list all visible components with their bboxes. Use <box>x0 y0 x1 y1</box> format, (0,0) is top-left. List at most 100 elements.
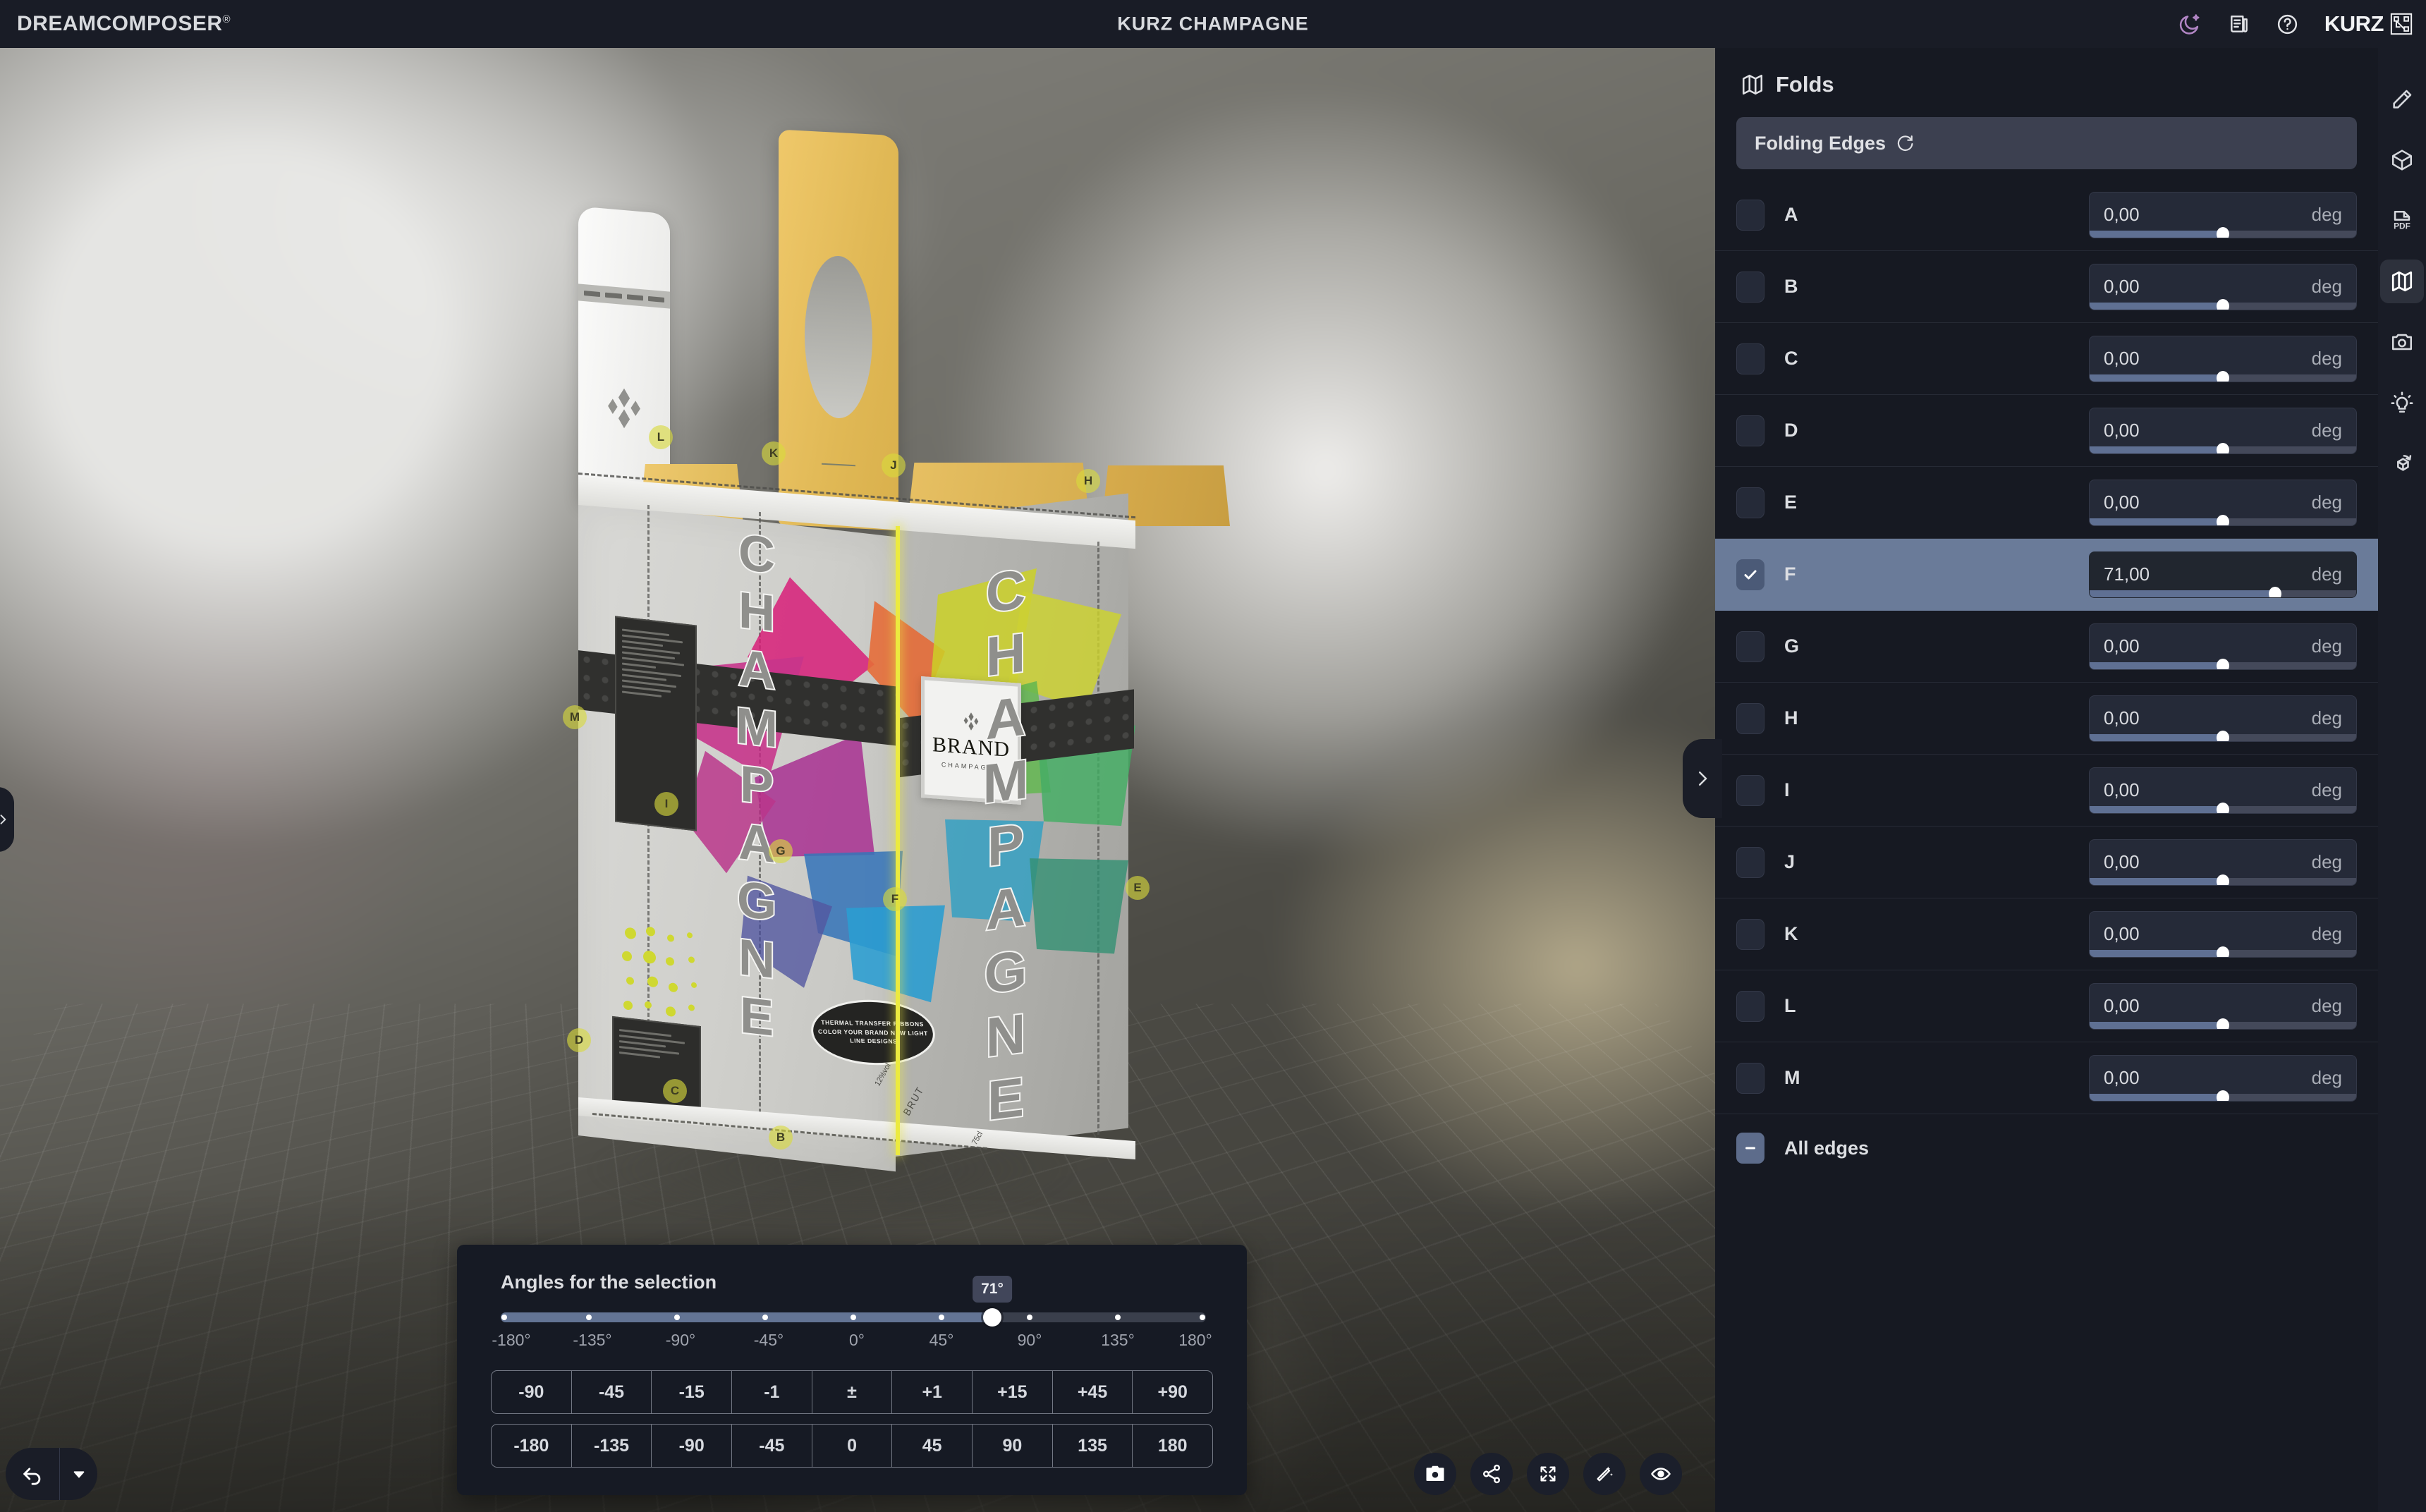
edge-angle-input-b[interactable] <box>2104 276 2238 298</box>
angle-button-135[interactable]: 135 <box>1053 1425 1133 1467</box>
edge-marker-k[interactable]: K <box>762 441 786 465</box>
angle-button-pm[interactable]: ± <box>812 1371 893 1413</box>
edge-angle-input-k[interactable] <box>2104 923 2238 945</box>
edge-angle-field-k[interactable]: deg <box>2089 910 2357 958</box>
edge-row-g[interactable]: Gdeg <box>1715 611 2378 683</box>
edge-angle-field-d[interactable]: deg <box>2089 407 2357 454</box>
edge-angle-input-f[interactable] <box>2104 563 2238 585</box>
angle-slider[interactable]: 71° <box>501 1276 1206 1327</box>
left-panel-toggle[interactable] <box>0 787 14 852</box>
edge-marker-l[interactable]: L <box>649 425 673 449</box>
camera-icon[interactable] <box>2380 320 2424 364</box>
edge-angle-slider-f[interactable] <box>2090 586 2356 597</box>
edge-angle-field-a[interactable]: deg <box>2089 191 2357 238</box>
reset-refresh-icon[interactable] <box>1896 134 1914 152</box>
edge-angle-slider-j[interactable] <box>2090 874 2356 885</box>
edge-marker-d[interactable]: D <box>567 1028 591 1052</box>
angle-button-minus90[interactable]: -90 <box>652 1425 733 1467</box>
edge-angle-input-m[interactable] <box>2104 1067 2238 1089</box>
fullscreen-expand-icon[interactable] <box>1527 1453 1569 1495</box>
edge-row-b[interactable]: Bdeg <box>1715 251 2378 323</box>
angle-button-180[interactable]: 180 <box>1133 1425 1212 1467</box>
edge-row-f[interactable]: Fdeg <box>1715 539 2378 611</box>
angle-slider-handle[interactable] <box>983 1308 1001 1327</box>
edge-marker-g[interactable]: H <box>1076 469 1100 493</box>
edge-angle-slider-k[interactable] <box>2090 946 2356 957</box>
edge-marker-i[interactable]: J <box>882 453 906 477</box>
camera-snapshot-icon[interactable] <box>1414 1453 1456 1495</box>
all-edges-row[interactable]: All edges <box>1715 1114 2378 1164</box>
edge-checkbox-g[interactable] <box>1736 630 1764 662</box>
angle-button-plus45[interactable]: +45 <box>1053 1371 1133 1413</box>
edge-marker-j[interactable]: I <box>654 792 678 816</box>
edge-angle-input-a[interactable] <box>2104 204 2238 226</box>
edge-row-m[interactable]: Mdeg <box>1715 1042 2378 1114</box>
angle-button-minus15[interactable]: -15 <box>652 1371 733 1413</box>
angle-button-minus135[interactable]: -135 <box>572 1425 652 1467</box>
edge-angle-input-l[interactable] <box>2104 995 2238 1017</box>
share-icon[interactable] <box>1470 1453 1513 1495</box>
angle-button-minus45[interactable]: -45 <box>732 1425 812 1467</box>
news-document-icon[interactable] <box>2228 13 2250 35</box>
edge-angle-slider-m[interactable] <box>2090 1090 2356 1101</box>
angle-button-plus90[interactable]: +90 <box>1133 1371 1212 1413</box>
edge-checkbox-j[interactable] <box>1736 846 1764 878</box>
angle-button-0[interactable]: 0 <box>812 1425 893 1467</box>
edge-row-e[interactable]: Edeg <box>1715 467 2378 539</box>
edge-row-d[interactable]: Ddeg <box>1715 395 2378 467</box>
edge-angle-slider-d[interactable] <box>2090 442 2356 453</box>
magic-wand-icon[interactable] <box>1583 1453 1626 1495</box>
edge-checkbox-c[interactable] <box>1736 343 1764 374</box>
edge-row-a[interactable]: Adeg <box>1715 179 2378 251</box>
rotate-cube-icon[interactable] <box>2380 441 2424 485</box>
edge-marker-f[interactable]: F <box>883 887 907 911</box>
angle-button-plus15[interactable]: +15 <box>973 1371 1053 1413</box>
edge-angle-field-e[interactable]: deg <box>2089 479 2357 526</box>
light-bulb-icon[interactable] <box>2380 381 2424 425</box>
pencil-edit-icon[interactable] <box>2380 78 2424 121</box>
edge-checkbox-k[interactable] <box>1736 918 1764 950</box>
edge-angle-field-c[interactable]: deg <box>2089 335 2357 382</box>
edge-checkbox-l[interactable] <box>1736 990 1764 1022</box>
folding-edges-section[interactable]: Folding Edges <box>1736 117 2357 169</box>
angle-button-plus1[interactable]: +1 <box>892 1371 973 1413</box>
all-edges-checkbox[interactable] <box>1736 1133 1764 1164</box>
edge-marker-c[interactable]: C <box>663 1079 687 1103</box>
edge-angle-field-b[interactable]: deg <box>2089 263 2357 310</box>
edge-row-h[interactable]: Hdeg <box>1715 683 2378 755</box>
edge-marker-b[interactable]: B <box>769 1126 793 1150</box>
edge-angle-slider-c[interactable] <box>2090 370 2356 382</box>
right-panel-toggle[interactable] <box>1683 739 1722 818</box>
edge-row-k[interactable]: Kdeg <box>1715 898 2378 970</box>
angle-button-90[interactable]: 90 <box>973 1425 1053 1467</box>
angle-button-minus180[interactable]: -180 <box>492 1425 572 1467</box>
dark-mode-moon-icon[interactable] <box>2178 12 2202 36</box>
edge-angle-slider-i[interactable] <box>2090 802 2356 813</box>
edge-angle-field-m[interactable]: deg <box>2089 1054 2357 1102</box>
package-3d-model[interactable]: BRAND CHAMPAGNE CHAMPAGNE CHAMPAGNE THER… <box>563 129 1255 1247</box>
edge-angle-slider-b[interactable] <box>2090 298 2356 310</box>
edge-marker-m[interactable]: M <box>563 705 587 729</box>
edge-angle-input-g[interactable] <box>2104 635 2238 657</box>
map-fold-icon[interactable] <box>2380 260 2424 303</box>
edge-row-j[interactable]: Jdeg <box>1715 827 2378 898</box>
edge-row-i[interactable]: Ideg <box>1715 755 2378 827</box>
eye-visibility-icon[interactable] <box>1640 1453 1682 1495</box>
edge-angle-field-f[interactable]: deg <box>2089 551 2357 598</box>
edge-checkbox-i[interactable] <box>1736 774 1764 806</box>
edge-checkbox-f[interactable] <box>1736 559 1764 590</box>
edge-row-l[interactable]: Ldeg <box>1715 970 2378 1042</box>
edge-angle-field-g[interactable]: deg <box>2089 623 2357 670</box>
kurz-brand-logo[interactable]: KURZ <box>2324 11 2413 37</box>
pdf-document-icon[interactable]: PDF <box>2380 199 2424 243</box>
edge-angle-slider-h[interactable] <box>2090 730 2356 741</box>
angle-button-minus1[interactable]: -1 <box>732 1371 812 1413</box>
edge-angle-slider-a[interactable] <box>2090 226 2356 238</box>
edge-angle-input-d[interactable] <box>2104 420 2238 441</box>
edge-angle-field-h[interactable]: deg <box>2089 695 2357 742</box>
edge-angle-input-e[interactable] <box>2104 492 2238 513</box>
edge-angle-slider-l[interactable] <box>2090 1018 2356 1029</box>
edge-row-c[interactable]: Cdeg <box>1715 323 2378 395</box>
edge-checkbox-d[interactable] <box>1736 415 1764 446</box>
edge-angle-field-l[interactable]: deg <box>2089 982 2357 1030</box>
